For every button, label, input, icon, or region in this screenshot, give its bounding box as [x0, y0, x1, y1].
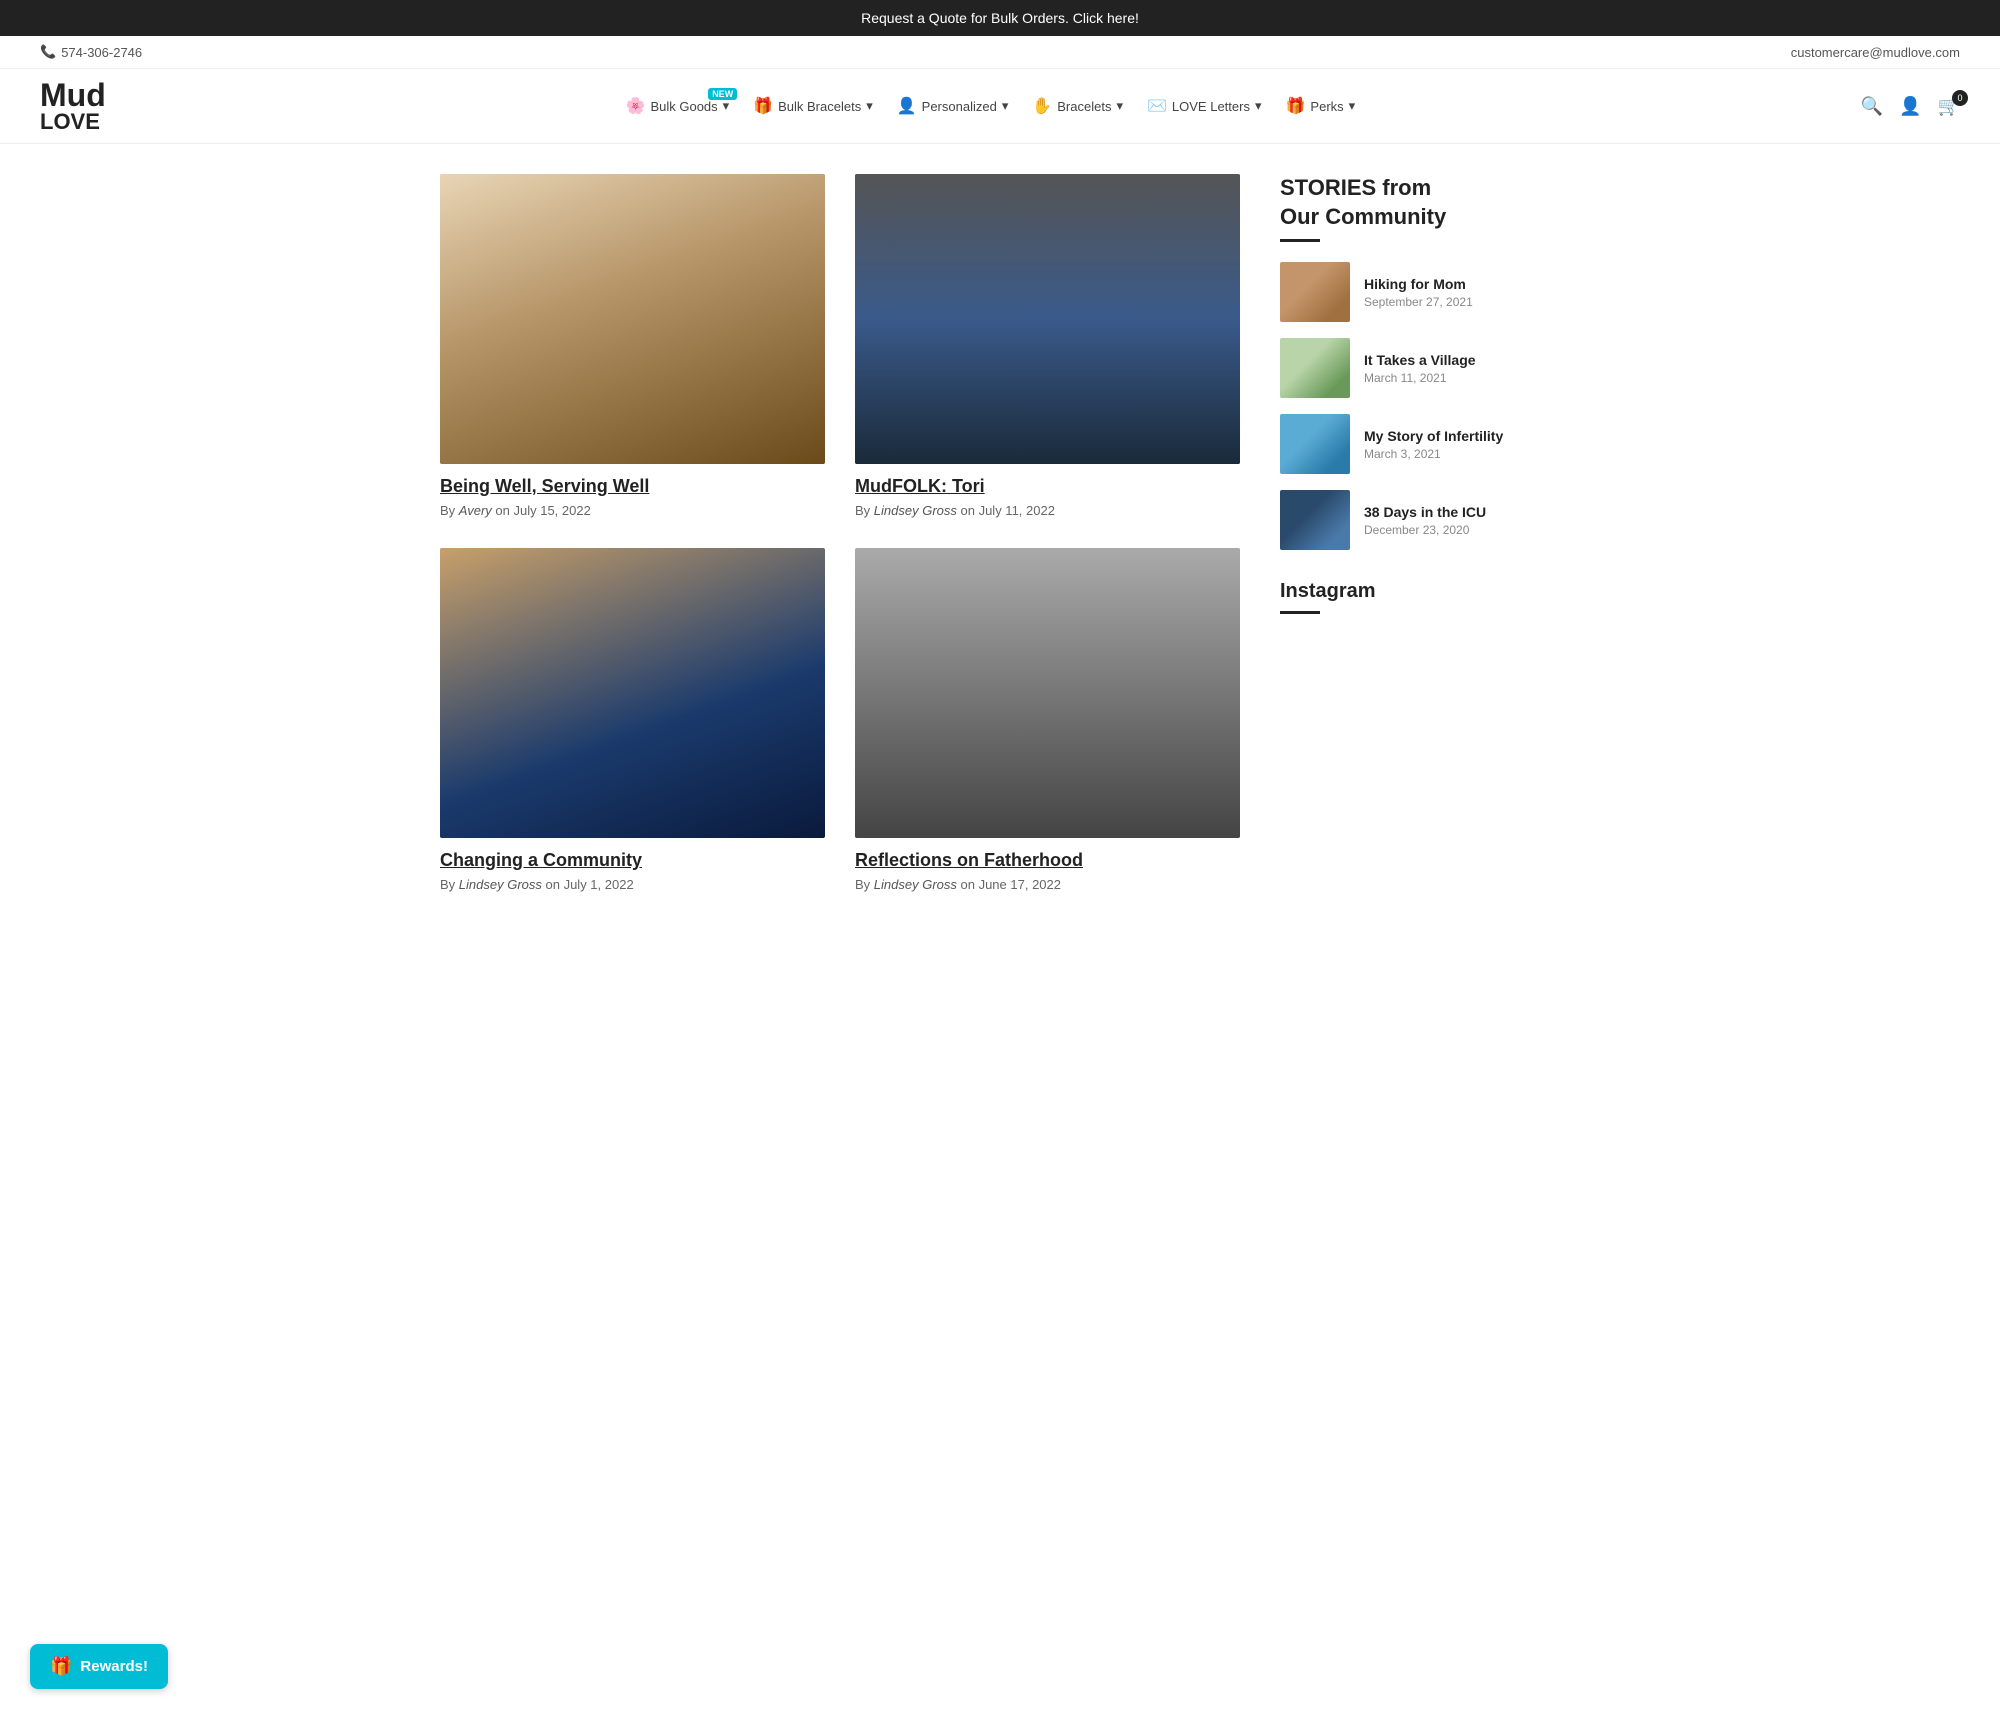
post-card-changing-community[interactable]: Changing a Community By Lindsey Gross on… — [440, 548, 825, 892]
chevron-down-icon: ▾ — [723, 98, 730, 114]
post-author-being-well: Avery — [459, 503, 492, 518]
nav-love-letters-label: LOVE Letters — [1172, 99, 1250, 114]
post-date-being-well: July 15, 2022 — [513, 503, 590, 518]
story-date-38-days-in-icu: December 23, 2020 — [1364, 523, 1560, 537]
cart-count: 0 — [1952, 90, 1968, 106]
phone-icon: 📞 — [40, 44, 56, 60]
instagram-divider — [1280, 611, 1320, 614]
search-icon[interactable]: 🔍 — [1861, 96, 1883, 117]
sidebar-section-title: STORIES from Our Community — [1280, 174, 1560, 231]
sidebar-divider — [1280, 239, 1320, 242]
promo-banner[interactable]: Request a Quote for Bulk Orders. Click h… — [0, 0, 2000, 36]
nav-bulk-goods[interactable]: 🌸 Bulk Goods NEW ▾ — [626, 96, 730, 116]
rewards-button[interactable]: 🎁 Rewards! — [30, 1644, 168, 1689]
instagram-title: Instagram — [1280, 580, 1560, 603]
logo-line2: LOVE — [40, 111, 120, 133]
post-meta-reflections-fatherhood: By Lindsey Gross on June 17, 2022 — [855, 877, 1240, 892]
phone-number[interactable]: 📞 574-306-2746 — [40, 44, 142, 60]
cart-button[interactable]: 🛒 0 — [1938, 96, 1960, 117]
story-thumb-hiking-for-mom — [1280, 262, 1350, 322]
nav-perks-label: Perks — [1310, 99, 1343, 114]
post-title-changing-community: Changing a Community — [440, 850, 825, 871]
nav-personalized[interactable]: 👤 Personalized ▾ — [897, 96, 1009, 116]
post-title-being-well: Being Well, Serving Well — [440, 476, 825, 497]
sidebar-story-38-days-in-icu[interactable]: 38 Days in the ICU December 23, 2020 — [1280, 490, 1560, 550]
account-icon[interactable]: 👤 — [1899, 96, 1921, 117]
chevron-down-icon: ▾ — [1255, 98, 1262, 114]
post-title-mudfolk-tori: MudFOLK: Tori — [855, 476, 1240, 497]
rewards-icon: 🎁 — [50, 1656, 72, 1677]
nav-personalized-label: Personalized — [922, 99, 997, 114]
chevron-down-icon: ▾ — [1002, 98, 1009, 114]
email-address[interactable]: customercare@mudlove.com — [1791, 45, 1960, 60]
story-date-hiking-for-mom: September 27, 2021 — [1364, 295, 1560, 309]
story-date-my-story-of-infertility: March 3, 2021 — [1364, 447, 1560, 461]
post-meta-changing-community: By Lindsey Gross on July 1, 2022 — [440, 877, 825, 892]
nav-bulk-goods-label: Bulk Goods — [650, 99, 717, 114]
instagram-section: Instagram — [1280, 580, 1560, 614]
rewards-label: Rewards! — [80, 1658, 148, 1675]
sidebar: STORIES from Our Community Hiking for Mo… — [1280, 174, 1560, 892]
post-date-changing-community: July 1, 2022 — [564, 877, 634, 892]
bracelets-icon: ✋ — [1032, 96, 1052, 116]
site-header: Mud LOVE 🌸 Bulk Goods NEW ▾ 🎁 Bulk Brace… — [0, 69, 2000, 144]
love-letters-icon: ✉️ — [1147, 96, 1167, 116]
nav-perks[interactable]: 🎁 Perks ▾ — [1286, 96, 1356, 116]
story-thumb-it-takes-a-village — [1280, 338, 1350, 398]
post-author-reflections-fatherhood: Lindsey Gross — [874, 877, 957, 892]
post-date-mudfolk-tori: July 11, 2022 — [979, 503, 1055, 518]
nav-bulk-bracelets[interactable]: 🎁 Bulk Bracelets ▾ — [753, 96, 873, 116]
perks-icon: 🎁 — [1286, 96, 1306, 116]
sidebar-story-hiking-for-mom[interactable]: Hiking for Mom September 27, 2021 — [1280, 262, 1560, 322]
nav-bracelets-label: Bracelets — [1057, 99, 1111, 114]
post-date-reflections-fatherhood: June 17, 2022 — [979, 877, 1061, 892]
personalized-icon: 👤 — [897, 96, 917, 116]
post-title-reflections-fatherhood: Reflections on Fatherhood — [855, 850, 1240, 871]
post-card-reflections-fatherhood[interactable]: Reflections on Fatherhood By Lindsey Gro… — [855, 548, 1240, 892]
post-image-being-well — [440, 174, 825, 464]
post-image-changing-community — [440, 548, 825, 838]
story-title-38-days-in-icu: 38 Days in the ICU — [1364, 504, 1560, 520]
logo-line1: Mud — [40, 79, 120, 111]
story-title-it-takes-a-village: It Takes a Village — [1364, 352, 1560, 368]
chevron-down-icon: ▾ — [866, 98, 873, 114]
chevron-down-icon: ▾ — [1349, 98, 1356, 114]
nav-bulk-bracelets-label: Bulk Bracelets — [778, 99, 861, 114]
bulk-bracelets-icon: 🎁 — [753, 96, 773, 116]
promo-banner-text: Request a Quote for Bulk Orders. Click h… — [861, 10, 1139, 26]
site-logo[interactable]: Mud LOVE — [40, 79, 120, 133]
story-thumb-my-story-of-infertility — [1280, 414, 1350, 474]
posts-grid: Being Well, Serving Well By Avery on Jul… — [440, 174, 1240, 892]
nav-bracelets[interactable]: ✋ Bracelets ▾ — [1032, 96, 1123, 116]
post-meta-being-well: By Avery on July 15, 2022 — [440, 503, 825, 518]
main-content: Being Well, Serving Well By Avery on Jul… — [400, 144, 1600, 922]
story-date-it-takes-a-village: March 11, 2021 — [1364, 371, 1560, 385]
post-meta-mudfolk-tori: By Lindsey Gross on July 11, 2022 — [855, 503, 1240, 518]
utility-bar: 📞 574-306-2746 customercare@mudlove.com — [0, 36, 2000, 69]
sidebar-story-my-story-of-infertility[interactable]: My Story of Infertility March 3, 2021 — [1280, 414, 1560, 474]
post-image-mudfolk-tori — [855, 174, 1240, 464]
story-title-my-story-of-infertility: My Story of Infertility — [1364, 428, 1560, 444]
header-actions: 🔍 👤 🛒 0 — [1861, 96, 1960, 117]
bulk-goods-icon: 🌸 — [626, 96, 646, 116]
post-author-changing-community: Lindsey Gross — [459, 877, 542, 892]
post-card-being-well[interactable]: Being Well, Serving Well By Avery on Jul… — [440, 174, 825, 518]
new-badge: NEW — [708, 88, 737, 100]
post-author-mudfolk-tori: Lindsey Gross — [874, 503, 957, 518]
nav-love-letters[interactable]: ✉️ LOVE Letters ▾ — [1147, 96, 1262, 116]
main-nav: 🌸 Bulk Goods NEW ▾ 🎁 Bulk Bracelets ▾ 👤 … — [150, 96, 1831, 116]
story-thumb-38-days-in-icu — [1280, 490, 1350, 550]
story-title-hiking-for-mom: Hiking for Mom — [1364, 276, 1560, 292]
post-image-reflections-fatherhood — [855, 548, 1240, 838]
chevron-down-icon: ▾ — [1116, 98, 1123, 114]
post-card-mudfolk-tori[interactable]: MudFOLK: Tori By Lindsey Gross on July 1… — [855, 174, 1240, 518]
sidebar-story-it-takes-a-village[interactable]: It Takes a Village March 11, 2021 — [1280, 338, 1560, 398]
